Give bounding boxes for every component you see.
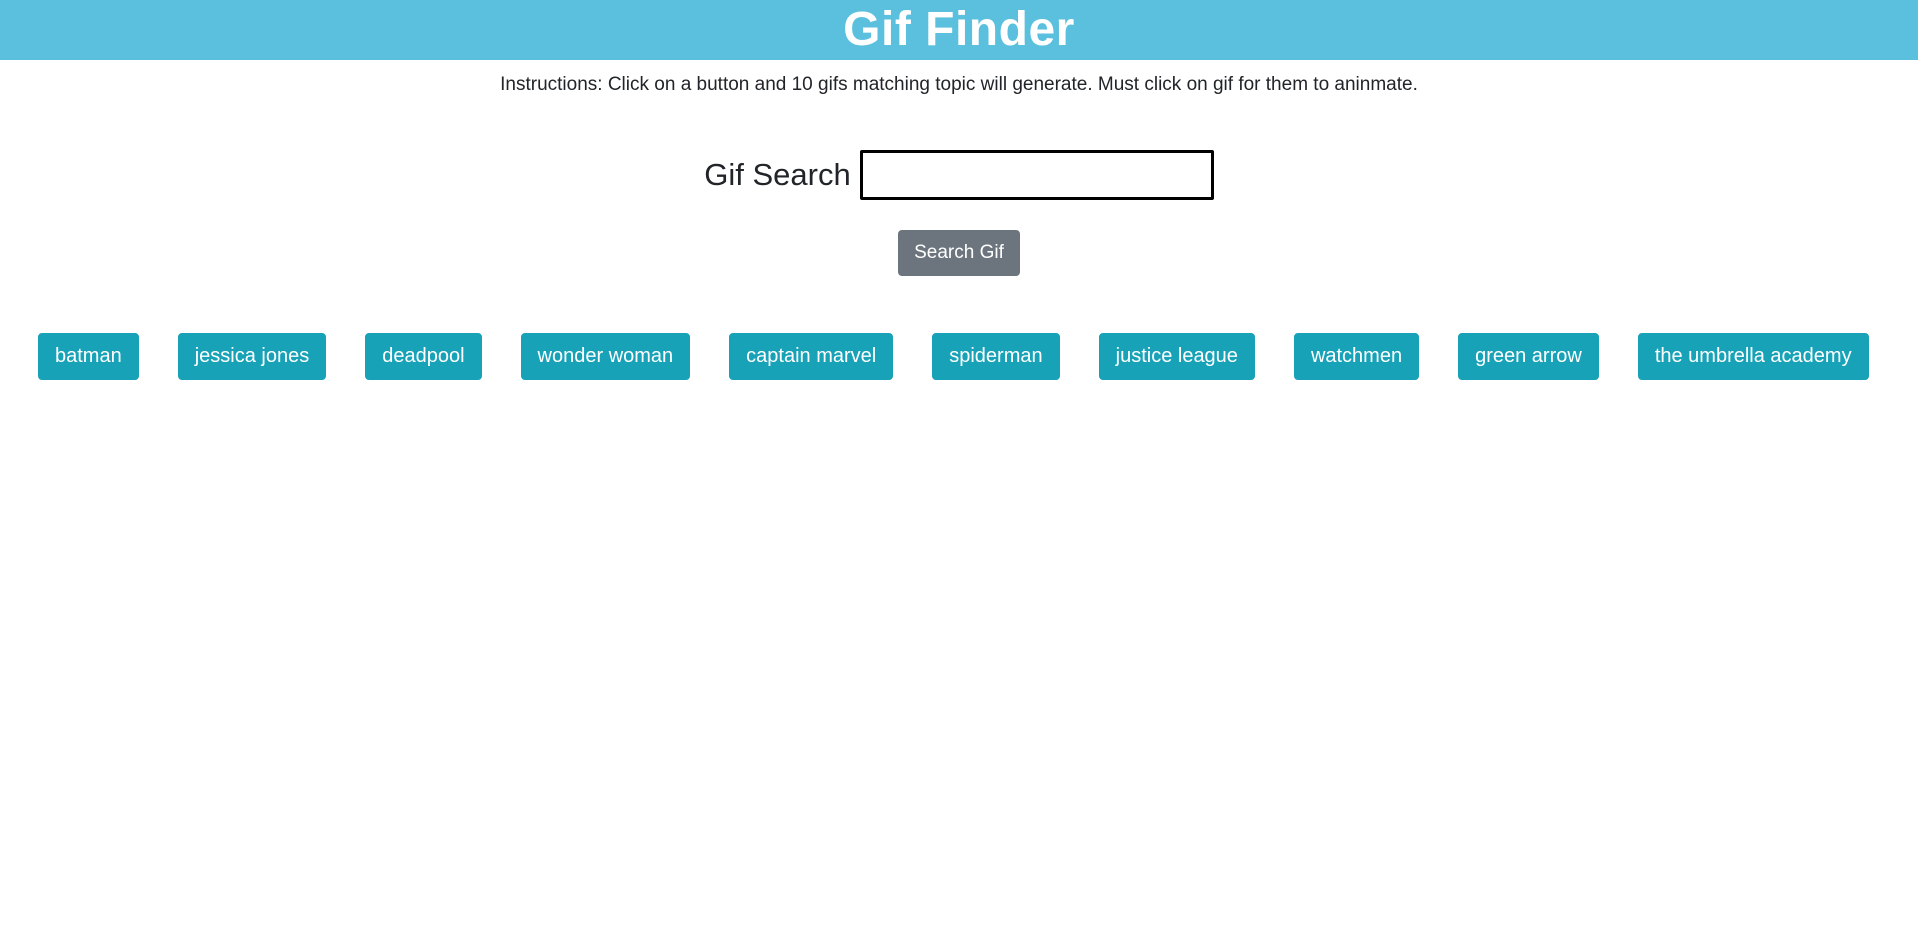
search-input[interactable] bbox=[859, 150, 1214, 200]
search-button-row: Search Gif bbox=[0, 230, 1918, 276]
topic-button-justice-league[interactable]: justice league bbox=[1098, 333, 1255, 380]
instructions-text: Instructions: Click on a button and 10 g… bbox=[500, 74, 1418, 95]
topic-button-jessica-jones[interactable]: jessica jones bbox=[177, 333, 327, 380]
topic-button-the-umbrella-academy[interactable]: the umbrella academy bbox=[1637, 333, 1869, 380]
search-gif-button[interactable]: Search Gif bbox=[898, 230, 1020, 276]
page-header: Gif Finder bbox=[0, 0, 1918, 60]
search-label: Gif Search bbox=[704, 157, 851, 192]
topic-buttons: batman jessica jones deadpool wonder wom… bbox=[0, 333, 1918, 380]
topic-button-wonder-woman[interactable]: wonder woman bbox=[520, 333, 691, 380]
search-row: Gif Search bbox=[0, 150, 1918, 200]
topic-button-batman[interactable]: batman bbox=[38, 333, 139, 380]
topic-button-captain-marvel[interactable]: captain marvel bbox=[729, 333, 894, 380]
topic-button-deadpool[interactable]: deadpool bbox=[365, 333, 482, 380]
topic-button-watchmen[interactable]: watchmen bbox=[1293, 333, 1420, 380]
topic-button-green-arrow[interactable]: green arrow bbox=[1458, 333, 1599, 380]
page-title: Gif Finder bbox=[843, 3, 1075, 56]
topic-button-spiderman[interactable]: spiderman bbox=[932, 333, 1060, 380]
